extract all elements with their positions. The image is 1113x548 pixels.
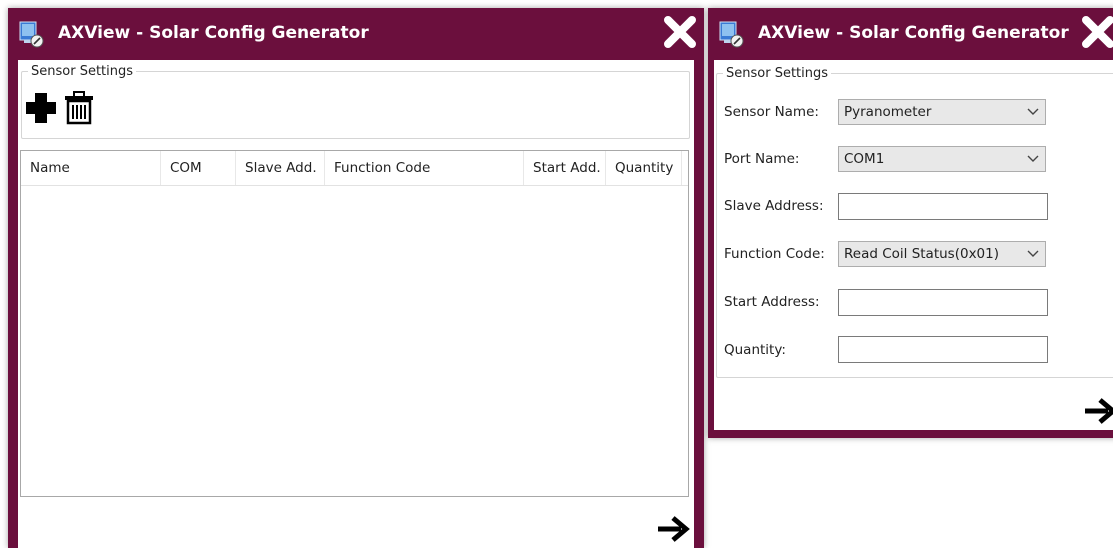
function-code-label: Function Code: — [724, 246, 825, 262]
function-code-dropdown[interactable]: Read Coil Status(0x01) — [838, 241, 1046, 267]
column-header-function-code[interactable]: Function Code — [325, 151, 524, 185]
window-title: AXView - Solar Config Generator — [758, 23, 1069, 43]
config-window-list: AXView - Solar Config Generator Sensor S… — [8, 8, 704, 548]
start-address-label: Start Address: — [724, 294, 820, 310]
sensor-name-value: Pyranometer — [844, 104, 932, 120]
window-body: Sensor Settings Sensor Name: Pyranometer… — [714, 60, 1113, 430]
next-arrow-button[interactable] — [1082, 396, 1113, 426]
sensor-table[interactable]: Name COM Slave Add. Function Code Start … — [20, 150, 689, 497]
quantity-input[interactable] — [838, 336, 1048, 363]
quantity-label: Quantity: — [724, 342, 786, 358]
title-bar[interactable]: AXView - Solar Config Generator — [8, 8, 704, 60]
slave-address-label: Slave Address: — [724, 198, 824, 214]
next-arrow-button[interactable] — [655, 514, 691, 544]
column-header-start-add[interactable]: Start Add. — [524, 151, 606, 185]
chevron-down-icon — [1027, 250, 1039, 257]
monitor-pen-icon — [19, 21, 44, 48]
table-header: Name COM Slave Add. Function Code Start … — [21, 151, 688, 186]
config-window-form: AXView - Solar Config Generator Sensor S… — [708, 8, 1113, 438]
title-bar[interactable]: AXView - Solar Config Generator — [708, 8, 1113, 60]
sensor-name-dropdown[interactable]: Pyranometer — [838, 99, 1046, 125]
sensor-name-label: Sensor Name: — [724, 104, 819, 120]
start-address-input[interactable] — [838, 289, 1048, 316]
chevron-down-icon — [1027, 155, 1039, 162]
function-code-value: Read Coil Status(0x01) — [844, 246, 999, 262]
port-name-label: Port Name: — [724, 151, 800, 167]
column-header-name[interactable]: Name — [21, 151, 161, 185]
chevron-down-icon — [1027, 108, 1039, 115]
column-header-quantity[interactable]: Quantity — [606, 151, 682, 185]
group-label: Sensor Settings — [31, 64, 134, 79]
port-name-dropdown[interactable]: COM1 — [838, 146, 1046, 172]
close-icon[interactable] — [662, 14, 698, 50]
group-label: Sensor Settings — [726, 66, 829, 81]
port-name-value: COM1 — [844, 151, 885, 167]
column-header-slave-add[interactable]: Slave Add. — [236, 151, 325, 185]
window-title: AXView - Solar Config Generator — [58, 23, 369, 43]
close-icon[interactable] — [1080, 14, 1113, 50]
sensor-settings-group: Sensor Settings — [21, 64, 690, 139]
window-body: Sensor Settings Name COM Slave Add. Func… — [18, 60, 694, 548]
column-header-com[interactable]: COM — [161, 151, 236, 185]
monitor-pen-icon — [719, 21, 744, 48]
delete-sensor-button[interactable] — [62, 90, 96, 126]
slave-address-input[interactable] — [838, 193, 1048, 220]
add-sensor-button[interactable] — [24, 90, 58, 126]
